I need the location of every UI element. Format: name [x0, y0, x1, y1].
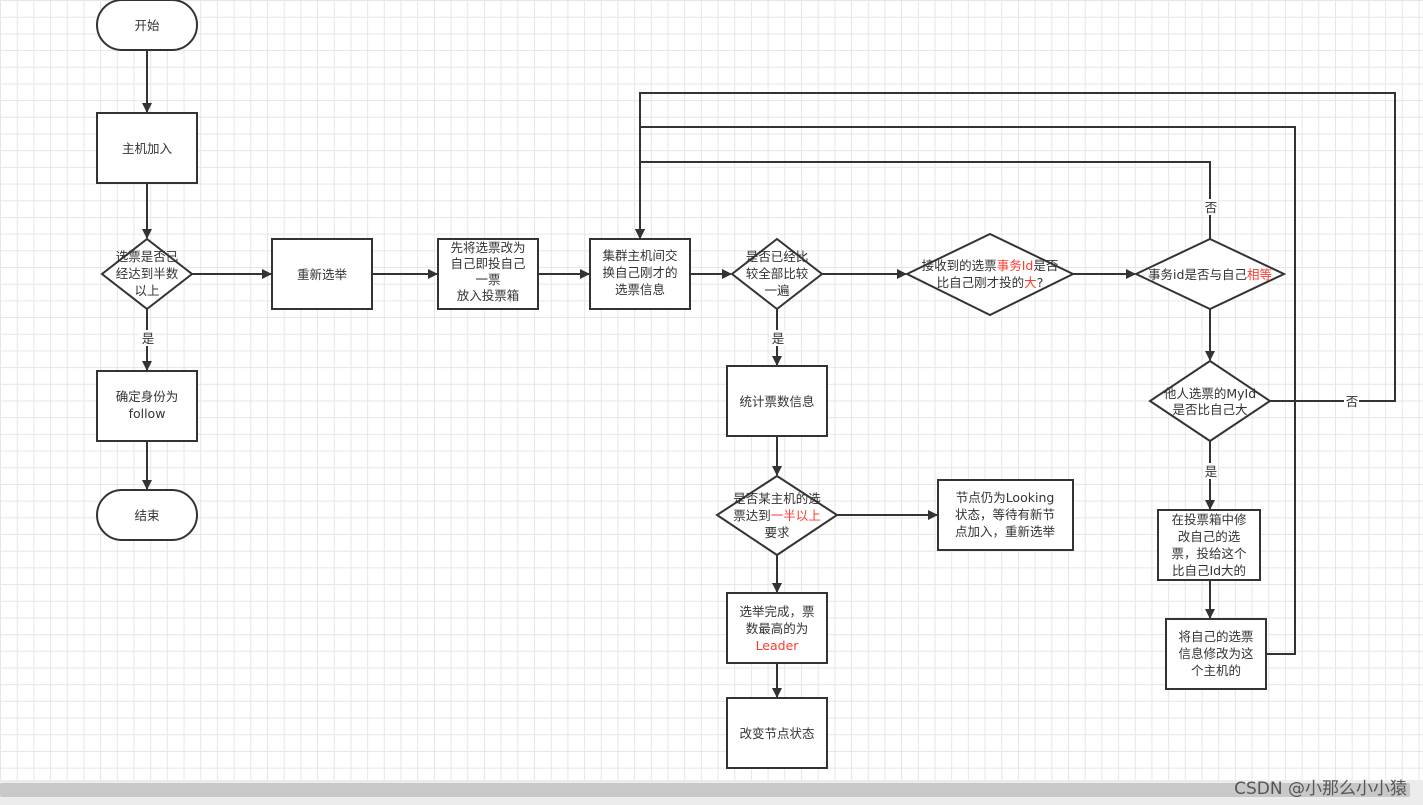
label-yes: 是: [772, 331, 785, 346]
svg-text:开始: 开始: [134, 18, 160, 33]
svg-text:状态，等待有新节: 状态，等待有新节: [955, 507, 1055, 522]
node-election-done: 选举完成，票 数最高的为 Leader: [726, 592, 828, 664]
diagram-canvas: 是 是 是 否 否 开始 主机加入 选票是否已 经达到半数 以上 重新选举 先将…: [0, 0, 1423, 780]
svg-text:经达到半数: 经达到半数: [116, 266, 179, 281]
node-host-join: 主机加入: [96, 112, 198, 184]
svg-text:集群主机间交: 集群主机间交: [602, 248, 677, 263]
decision-majority: 选票是否已 经达到半数 以上: [100, 237, 194, 311]
svg-text:选举完成，票: 选举完成，票: [739, 604, 814, 619]
svg-text:信息修改为这: 信息修改为这: [1178, 646, 1254, 661]
node-modify-vote: 在投票箱中修 改自己的选 票，投给这个 比自己Id大的: [1157, 509, 1261, 581]
svg-text:个主机的: 个主机的: [1191, 663, 1241, 678]
node-follow: 确定身份为 follow: [96, 370, 198, 442]
svg-text:结束: 结束: [134, 508, 160, 523]
decision-txid-equal: 事务id是否与自己相等: [1133, 237, 1287, 311]
node-change-vote-info: 将自己的选票 信息修改为这 个主机的: [1165, 618, 1267, 690]
svg-text:选票信息: 选票信息: [615, 282, 665, 297]
svg-text:较全部比较: 较全部比较: [746, 266, 809, 281]
svg-text:事务id是否与自己相等: 事务id是否与自己相等: [1148, 267, 1272, 282]
svg-text:接收到的选票事务Id是否: 接收到的选票事务Id是否: [922, 258, 1059, 273]
node-count-votes: 统计票数信息: [726, 365, 828, 437]
svg-text:节点仍为Looking: 节点仍为Looking: [956, 490, 1055, 505]
svg-text:点加入，重新选举: 点加入，重新选举: [955, 524, 1056, 539]
svg-text:将自己的选票: 将自己的选票: [1178, 629, 1253, 644]
svg-text:一遍: 一遍: [764, 283, 790, 298]
decision-compared-all: 是否已经比 较全部比较 一遍: [730, 237, 824, 311]
svg-text:是否比自己大: 是否比自己大: [1172, 402, 1247, 417]
svg-text:票，投给这个: 票，投给这个: [1171, 546, 1247, 561]
svg-text:自己即投自己: 自己即投自己: [450, 256, 525, 271]
node-vote-self: 先将选票改为 自己即投自己 一票 放入投票箱: [437, 238, 539, 310]
svg-text:票达到一半以上: 票达到一半以上: [733, 508, 821, 523]
svg-text:以上: 以上: [134, 283, 159, 298]
label-yes: 是: [142, 331, 155, 346]
svg-text:比自己Id大的: 比自己Id大的: [1172, 563, 1246, 578]
label-no: 否: [1205, 200, 1218, 215]
svg-text:重新选举: 重新选举: [297, 267, 348, 282]
edge-d4-no-exchange: [635, 161, 1211, 239]
node-end: 结束: [96, 489, 198, 541]
svg-text:是否某主机的选: 是否某主机的选: [733, 491, 821, 506]
node-start: 开始: [96, 0, 198, 51]
svg-text:他人选票的MyId: 他人选票的MyId: [1164, 386, 1256, 401]
node-exchange: 集群主机间交 换自己刚才的 选票信息: [589, 238, 691, 310]
svg-text:在投票箱中修: 在投票箱中修: [1171, 512, 1247, 527]
svg-text:是否已经比: 是否已经比: [746, 249, 809, 264]
decision-txid-greater: 接收到的选票事务Id是否 比自己刚才投的大?: [904, 232, 1076, 317]
svg-text:follow: follow: [129, 406, 166, 421]
decision-myid-greater: 他人选票的MyId 是否比自己大: [1148, 359, 1272, 443]
svg-text:主机加入: 主机加入: [122, 141, 173, 156]
svg-text:改变节点状态: 改变节点状态: [739, 726, 814, 741]
svg-text:选票是否已: 选票是否已: [116, 249, 179, 264]
node-change-state: 改变节点状态: [726, 697, 828, 769]
label-no: 否: [1346, 394, 1359, 409]
svg-text:放入投票箱: 放入投票箱: [457, 288, 520, 303]
svg-text:Leader: Leader: [756, 638, 800, 653]
node-reelect: 重新选举: [271, 238, 373, 310]
horizontal-scrollbar[interactable]: [0, 783, 1410, 797]
svg-text:先将选票改为: 先将选票改为: [450, 240, 525, 255]
svg-text:确定身份为: 确定身份为: [116, 389, 179, 404]
svg-text:改自己的选: 改自己的选: [1178, 529, 1241, 544]
svg-text:一票: 一票: [475, 272, 500, 287]
label-yes: 是: [1205, 464, 1218, 479]
svg-text:数最高的为: 数最高的为: [746, 621, 809, 636]
flowchart: 是 是 是 否 否 开始 主机加入 选票是否已 经达到半数 以上 重新选举 先将…: [96, 0, 1396, 769]
svg-text:比自己刚才投的大?: 比自己刚才投的大?: [937, 275, 1044, 290]
svg-text:换自己刚才的: 换自己刚才的: [602, 265, 677, 280]
watermark: CSDN @小那么小小猿: [1234, 779, 1407, 799]
node-still-looking: 节点仍为Looking 状态，等待有新节 点加入，重新选举: [937, 479, 1074, 551]
svg-text:统计票数信息: 统计票数信息: [739, 394, 814, 409]
svg-text:要求: 要求: [764, 525, 790, 540]
decision-half-votes: 是否某主机的选 票达到一半以上 要求: [715, 474, 839, 557]
